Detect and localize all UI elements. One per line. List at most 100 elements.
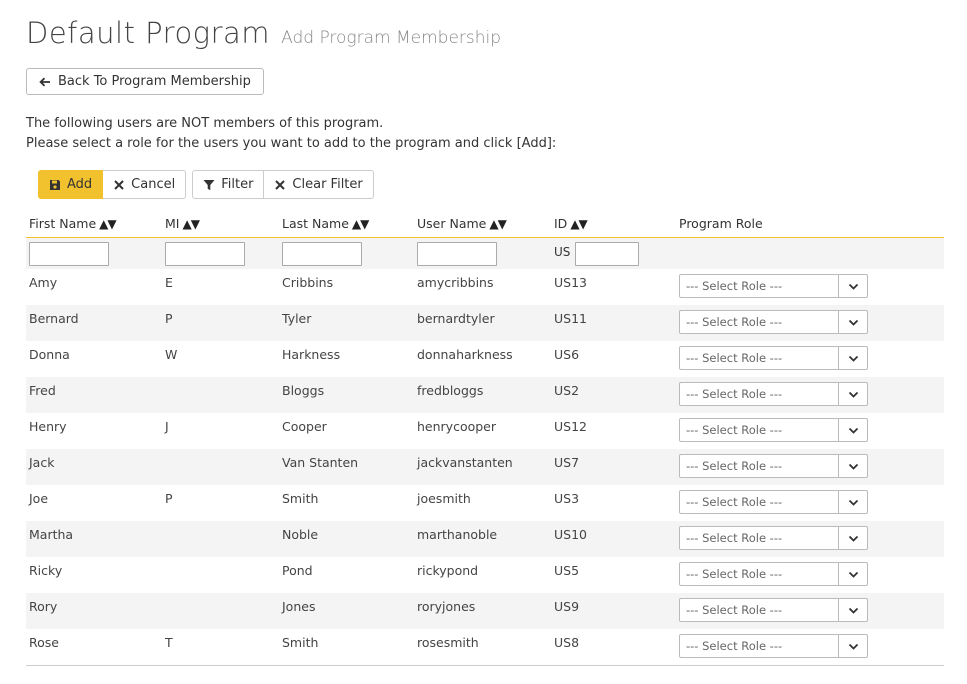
- program-role-select[interactable]: --- Select Role ---: [679, 490, 868, 514]
- program-role-select[interactable]: --- Select Role ---: [679, 454, 868, 478]
- column-header-last-name[interactable]: Last Name ▲▼: [282, 216, 369, 231]
- mi-cell: W: [165, 347, 178, 362]
- id-cell: US5: [554, 563, 580, 578]
- back-to-program-membership-button[interactable]: Back To Program Membership: [26, 68, 264, 95]
- last-name-cell: Cooper: [282, 419, 327, 434]
- last-name-cell: Tyler: [282, 311, 312, 326]
- table-row: Jack Van Stanten jackvanstanten US7 --- Sele…: [26, 449, 944, 485]
- mi-cell: P: [165, 491, 173, 506]
- user-name-cell: rickypond: [417, 563, 479, 578]
- program-role-select[interactable]: --- Select Role ---: [679, 634, 868, 658]
- filter-row: US: [26, 238, 944, 269]
- last-name-cell: Harkness: [282, 347, 341, 362]
- program-role-select[interactable]: --- Select Role ---: [679, 310, 868, 334]
- column-header-program-role: Program Role: [679, 216, 763, 231]
- table-row: Martha Noble marthanoble US10 --- Select Rol…: [26, 521, 944, 557]
- chevron-down-icon[interactable]: [838, 455, 867, 477]
- last-name-cell: Van Stanten: [282, 455, 359, 470]
- chevron-down-icon[interactable]: [838, 275, 867, 297]
- table-row: Fred Bloggs fredbloggs US2 --- Select Role -…: [26, 377, 944, 413]
- table-header: First Name ▲▼ MI ▲▼ Last Name ▲▼ User Name ▲…: [26, 210, 944, 238]
- chevron-down-icon[interactable]: [838, 599, 867, 621]
- first-name-cell: Bernard: [29, 311, 79, 326]
- add-button[interactable]: Add: [38, 170, 104, 199]
- id-cell: US2: [554, 383, 580, 398]
- table-row: Joe P Smith joesmith US3 --- Select Role ---: [26, 485, 944, 521]
- program-role-select[interactable]: --- Select Role ---: [679, 382, 868, 406]
- id-cell: US8: [554, 635, 580, 650]
- program-role-select[interactable]: --- Select Role ---: [679, 274, 868, 298]
- intro-line-2: Please select a role for the users you w…: [26, 136, 557, 151]
- id-cell: US7: [554, 455, 580, 470]
- clear-filter-button-label: Clear Filter: [292, 177, 363, 192]
- chevron-down-icon[interactable]: [838, 491, 867, 513]
- first-name-cell: Ricky: [29, 563, 63, 578]
- column-header-id[interactable]: ID ▲▼: [554, 216, 588, 231]
- intro-line-1: The following users are NOT members of t…: [26, 116, 384, 131]
- program-role-select-value: --- Select Role ---: [686, 639, 783, 653]
- user-name-filter-input[interactable]: [417, 242, 497, 266]
- column-header-first-name[interactable]: First Name ▲▼: [29, 216, 117, 231]
- user-name-cell: fredbloggs: [417, 383, 484, 398]
- table-row: Rory Jones roryjones US9 --- Select Role ---: [26, 593, 944, 629]
- id-cell: US9: [554, 599, 580, 614]
- intro-text: The following users are NOT members of t…: [26, 114, 556, 154]
- first-name-cell: Joe: [29, 491, 49, 506]
- first-name-cell: Rose: [29, 635, 59, 650]
- save-icon: [50, 179, 60, 190]
- first-name-cell: Henry: [29, 419, 67, 434]
- program-role-select[interactable]: --- Select Role ---: [679, 526, 868, 550]
- program-role-select-value: --- Select Role ---: [686, 567, 783, 581]
- filter-button[interactable]: Filter: [192, 170, 265, 199]
- table-bottom-divider: [26, 665, 944, 666]
- chevron-down-icon[interactable]: [838, 419, 867, 441]
- table-row: Amy E Cribbins amycribbins US13 --- Select Ro…: [26, 269, 944, 305]
- id-filter-prefix: US: [554, 245, 571, 259]
- table-row: Bernard P Tyler bernardtyler US11 --- Select …: [26, 305, 944, 341]
- last-name-filter-input[interactable]: [282, 242, 362, 266]
- program-role-select[interactable]: --- Select Role ---: [679, 418, 868, 442]
- clear-filter-button[interactable]: Clear Filter: [264, 170, 374, 199]
- page-subtitle: Add Program Membership: [281, 28, 502, 48]
- id-filter-input[interactable]: [575, 242, 639, 266]
- program-role-select-value: --- Select Role ---: [686, 387, 783, 401]
- add-button-label: Add: [67, 177, 93, 192]
- arrow-left-icon: [39, 77, 50, 86]
- first-name-filter-input[interactable]: [29, 242, 109, 266]
- chevron-down-icon[interactable]: [838, 635, 867, 657]
- user-name-cell: henrycooper: [417, 419, 497, 434]
- id-cell: US3: [554, 491, 580, 506]
- column-header-mi[interactable]: MI ▲▼: [165, 216, 200, 231]
- mi-cell: T: [165, 635, 173, 650]
- chevron-down-icon[interactable]: [838, 527, 867, 549]
- program-role-select[interactable]: --- Select Role ---: [679, 346, 868, 370]
- user-name-cell: rosesmith: [417, 635, 479, 650]
- cancel-button[interactable]: Cancel: [103, 170, 187, 199]
- last-name-cell: Cribbins: [282, 275, 334, 290]
- user-name-cell: amycribbins: [417, 275, 494, 290]
- table-row: Rose T Smith rosesmith US8 --- Select Role --…: [26, 629, 944, 665]
- sort-icon: ▲▼: [351, 217, 369, 231]
- program-role-select-value: --- Select Role ---: [686, 603, 783, 617]
- mi-cell: P: [165, 311, 173, 326]
- user-name-cell: roryjones: [417, 599, 476, 614]
- user-name-cell: marthanoble: [417, 527, 498, 542]
- table-row: Henry J Cooper henrycooper US12 --- Select Ro…: [26, 413, 944, 449]
- users-table: First Name ▲▼ MI ▲▼ Last Name ▲▼ User Name ▲…: [26, 210, 944, 665]
- column-header-user-name[interactable]: User Name ▲▼: [417, 216, 507, 231]
- last-name-cell: Bloggs: [282, 383, 325, 398]
- mi-filter-input[interactable]: [165, 242, 245, 266]
- first-name-cell: Fred: [29, 383, 56, 398]
- program-role-select[interactable]: --- Select Role ---: [679, 562, 868, 586]
- user-name-cell: bernardtyler: [417, 311, 495, 326]
- back-button-label: Back To Program Membership: [58, 74, 251, 89]
- page-title: Default Program: [26, 16, 271, 50]
- chevron-down-icon[interactable]: [838, 563, 867, 585]
- first-name-cell: Amy: [29, 275, 58, 290]
- page-header: Default Program Add Program Membership: [26, 16, 501, 50]
- chevron-down-icon[interactable]: [838, 311, 867, 333]
- chevron-down-icon[interactable]: [838, 383, 867, 405]
- program-role-select[interactable]: --- Select Role ---: [679, 598, 868, 622]
- last-name-cell: Pond: [282, 563, 313, 578]
- chevron-down-icon[interactable]: [838, 347, 867, 369]
